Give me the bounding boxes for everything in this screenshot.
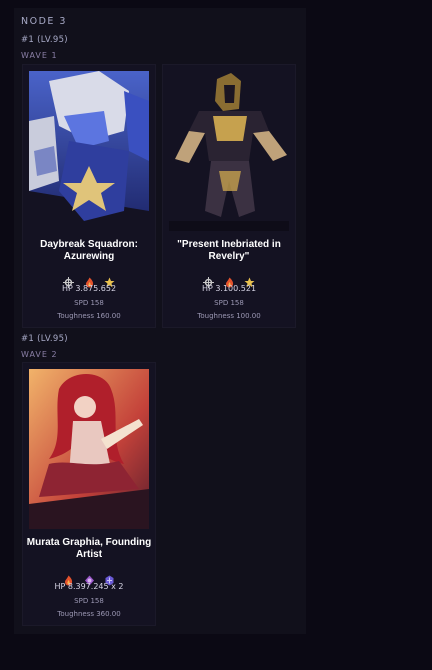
enemy-card[interactable]: Daybreak Squadron: Azurewing HP 3.875.65… — [22, 64, 156, 328]
enemy-hp: HP 3.875.652 — [61, 284, 117, 293]
enemy-name: Murata Graphia, Founding Artist — [26, 537, 152, 560]
enemy-spd: SPD 158 — [74, 597, 104, 605]
wave-level: #1 (LV.95) — [21, 334, 68, 344]
weakness-icons — [23, 566, 155, 586]
enemy-name: Daybreak Squadron: Azurewing — [40, 239, 138, 262]
enemy-portrait — [169, 71, 289, 231]
weakness-icons — [163, 268, 295, 288]
imaginary-icon — [104, 273, 115, 288]
wave-label: WAVE 1 — [21, 51, 58, 60]
physical-icon — [63, 273, 75, 288]
enemy-portrait — [29, 369, 149, 529]
weakness-icons — [23, 268, 155, 288]
enemy-spd: SPD 158 — [214, 299, 244, 307]
wind-icon — [84, 571, 95, 586]
enemy-card[interactable]: "Present Inebriated in Revelry" HP 3.100… — [162, 64, 296, 328]
enemy-toughness: Toughness 100.00 — [197, 312, 261, 320]
enemy-spd: SPD 158 — [74, 299, 104, 307]
wave-level: #1 (LV.95) — [21, 35, 68, 45]
enemy-hp: HP 3.100.521 — [201, 284, 257, 293]
node-title: NODE 3 — [21, 16, 67, 27]
enemy-portrait — [29, 71, 149, 231]
enemy-name: "Present Inebriated in Revelry" — [177, 239, 281, 262]
physical-icon — [203, 273, 215, 288]
imaginary-icon — [244, 273, 255, 288]
fire-icon — [224, 273, 235, 288]
enemy-card[interactable]: Murata Graphia, Founding Artist HP 8.397… — [22, 362, 156, 626]
enemy-hp: HP 8.397.245 x 2 — [54, 582, 124, 591]
fire-icon — [63, 571, 74, 586]
enemy-toughness: Toughness 160.00 — [57, 312, 121, 320]
wave-label: WAVE 2 — [21, 350, 58, 359]
enemy-toughness: Toughness 360.00 — [57, 610, 121, 618]
fire-icon — [84, 273, 95, 288]
quantum-icon — [104, 571, 115, 586]
